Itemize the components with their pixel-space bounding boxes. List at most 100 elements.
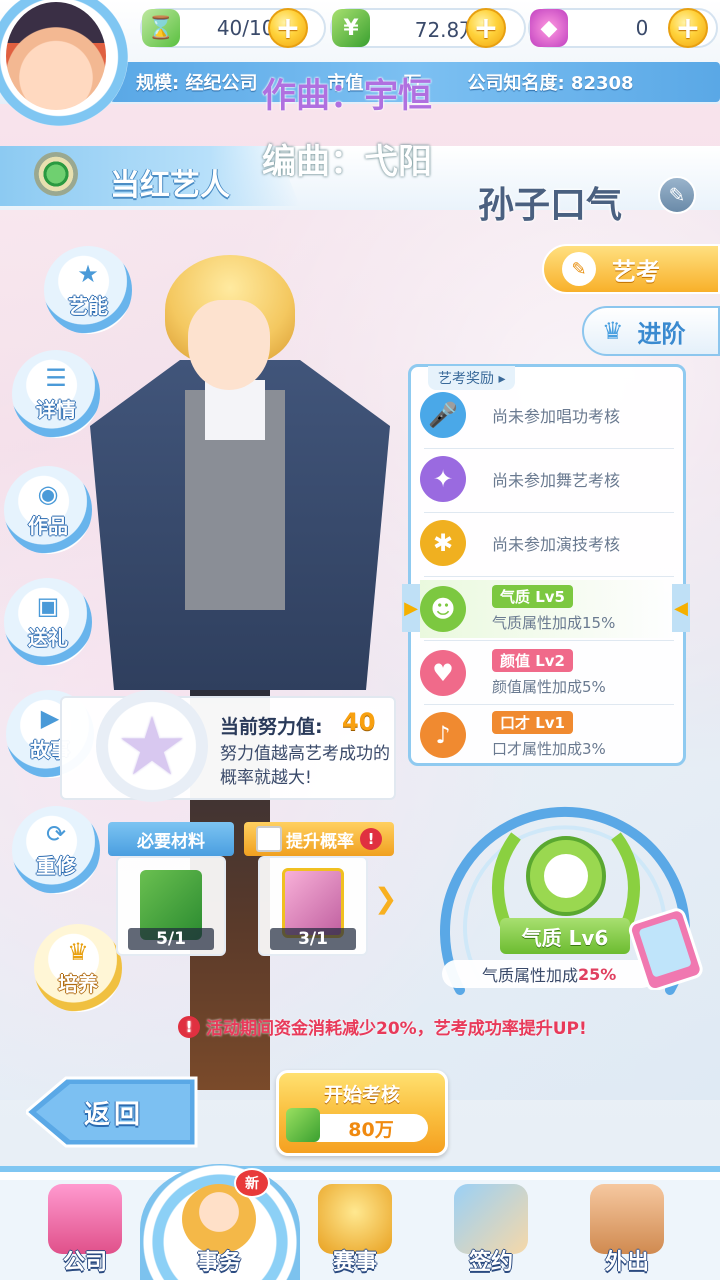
lipstick-icon: ♥ (420, 650, 466, 696)
current-bonus: 气质属性加成 25% (442, 960, 656, 988)
gift-icon: ▣ (36, 591, 60, 620)
divider (424, 704, 674, 705)
bonus-desc: 口才属性加成3% (492, 740, 606, 758)
nav-contract-label: 签约 (468, 1250, 513, 1275)
divider (424, 576, 674, 577)
chevron-right-icon[interactable]: ❯ (374, 882, 397, 928)
gem-emblem-icon (34, 152, 78, 196)
star-icon: ★ (96, 690, 208, 802)
current-bonus-label: 气质属性加成 (482, 966, 579, 985)
menu-cultivate-button[interactable]: ♛ 培养 (34, 924, 122, 1012)
chevron-left-icon: ◀ (672, 584, 690, 632)
required-materials-header: 必要材料 (108, 822, 234, 856)
menu-retrain-label: 重修 (36, 853, 76, 878)
nav-company[interactable]: 公司 (30, 1178, 140, 1280)
pink-gem-icon: ◆ (530, 9, 568, 47)
edit-name-button[interactable]: ✎ (658, 176, 696, 214)
microphone-icon: 🎤 (420, 392, 466, 438)
menu-cultivate-label: 培养 (58, 971, 98, 996)
boost-checkbox[interactable] (256, 826, 282, 852)
nav-events-label: 赛事 (332, 1250, 377, 1275)
cash-stack-icon: ¥ (332, 9, 370, 47)
effort-label: 当前努力值: (220, 716, 323, 738)
advance-button[interactable]: ♛ 进阶 (582, 306, 720, 356)
avatar[interactable] (6, 2, 106, 110)
crown-icon: ♛ (67, 937, 89, 966)
menu-retrain-button[interactable]: ⟳ 重修 (12, 806, 100, 894)
exam-button[interactable]: ✎ 艺考 (542, 244, 720, 294)
company-fame: 公司知名度: 82308 (467, 73, 634, 94)
reward-status-text: 尚未参加演技考核 (492, 535, 621, 554)
add-energy-button[interactable]: + (268, 8, 308, 48)
play-screen-icon: ▶ (40, 703, 60, 732)
boost-chance-label: 提升概率 (286, 831, 354, 852)
required-material-count: 5/1 (128, 928, 214, 950)
effort-description: 努力值越高艺考成功的概率就越大! (220, 744, 390, 788)
dance-icon: ✦ (420, 456, 466, 502)
chevron-right-icon: ▶ (402, 584, 420, 632)
level-badge: 颜值 Lv2 (492, 649, 573, 672)
level-badge: 口才 Lv1 (492, 711, 573, 734)
nav-outing[interactable]: 外出 (572, 1178, 682, 1280)
pencil-icon: ✎ (668, 183, 686, 207)
event-tip: ! 活动期间资金消耗减少20%，艺考成功率提升UP! (178, 1014, 587, 1039)
phone-icon[interactable] (628, 900, 712, 990)
reward-status-text: 尚未参加唱功考核 (492, 407, 621, 426)
advance-label: 进阶 (637, 319, 686, 348)
reward-row-singing: 🎤 尚未参加唱功考核 (420, 386, 676, 444)
reward-row-eloquence: ♪ 口才 Lv1 口才属性加成3% (420, 706, 676, 764)
menu-gift-label: 送礼 (28, 625, 68, 650)
alert-icon: ! (360, 828, 382, 850)
menu-gift-button[interactable]: ▣ 送礼 (4, 578, 92, 666)
nav-company-label: 公司 (62, 1250, 107, 1275)
divider (424, 448, 674, 449)
exam-paper-icon: ✎ (562, 252, 596, 286)
menu-works-button[interactable]: ◉ 作品 (4, 466, 92, 554)
nav-events[interactable]: 赛事 (300, 1178, 410, 1280)
add-gems-button[interactable]: + (668, 8, 708, 48)
boost-material-count: 3/1 (270, 928, 356, 950)
bonus-desc: 气质属性加成15% (492, 614, 616, 632)
character-face (188, 300, 270, 390)
menu-talent-label: 艺能 (68, 293, 108, 318)
parrot-icon: ♪ (420, 712, 466, 758)
reward-row-looks: ♥ 颜值 Lv2 颜值属性加成5% (420, 644, 676, 702)
character-name: 孙子口气 (478, 185, 623, 226)
reward-status-text: 尚未参加舞艺考核 (492, 471, 621, 490)
back-label: 返回 (84, 1100, 145, 1130)
bonus-desc: 颜值属性加成5% (492, 678, 606, 696)
company-scale: 规模: 经纪公司 (136, 73, 258, 94)
crown-icon: ♛ (602, 317, 624, 345)
refresh-star-icon: ⟳ (45, 819, 67, 848)
list-icon: ☰ (45, 363, 67, 392)
alert-icon: ! (178, 1015, 200, 1038)
cash-stack-icon (286, 1108, 320, 1142)
effort-value: 40 (342, 708, 376, 736)
frog-temperament-icon: ☻ (420, 586, 466, 632)
menu-details-label: 详情 (36, 397, 76, 422)
add-money-button[interactable]: + (466, 8, 506, 48)
divider (424, 640, 674, 641)
lyric-overlay-composer: 作曲：宇恒 (262, 76, 432, 116)
menu-talent-button[interactable]: ★ 艺能 (44, 246, 132, 334)
lyric-overlay-arranger: 编曲：弋阳 (262, 142, 432, 182)
new-badge: 新 (234, 1168, 270, 1198)
divider (424, 512, 674, 513)
star-icon: ★ (77, 259, 99, 288)
reward-row-temperament: ☻ 气质 Lv5 气质属性加成15% (420, 580, 676, 638)
event-tip-text: 活动期间资金消耗减少20%，艺考成功率提升UP! (206, 1019, 587, 1039)
start-exam-label: 开始考核 (323, 1084, 400, 1106)
nav-contract[interactable]: 签约 (436, 1178, 546, 1280)
current-bonus-value: 25% (578, 964, 617, 984)
page-title: 当红艺人 (110, 168, 230, 203)
menu-details-button[interactable]: ☰ 详情 (12, 350, 100, 438)
exam-label: 艺考 (612, 257, 660, 286)
level-badge: 气质 Lv5 (492, 585, 573, 608)
nav-outing-label: 外出 (604, 1250, 649, 1275)
clapper-icon: ✱ (420, 520, 466, 566)
current-level-ribbon: 气质 Lv6 (500, 918, 630, 954)
nav-affairs-label: 事务 (196, 1250, 241, 1275)
reward-row-dance: ✦ 尚未参加舞艺考核 (420, 450, 676, 508)
reward-row-acting: ✱ 尚未参加演技考核 (420, 514, 676, 572)
disc-note-icon: ◉ (37, 479, 59, 508)
